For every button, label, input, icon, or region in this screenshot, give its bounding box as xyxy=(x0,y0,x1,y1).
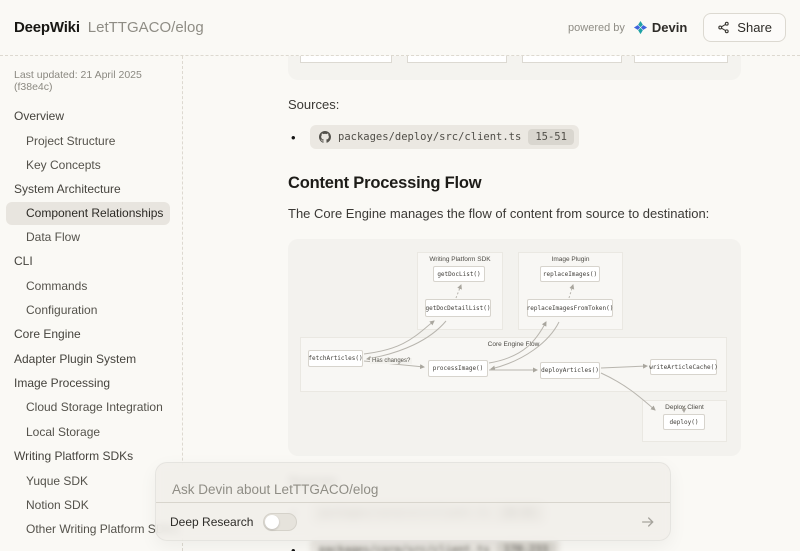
source-path: packages/deploy/src/client.ts xyxy=(338,131,521,143)
sidebar-item-adapter-plugin-system[interactable]: Adapter Plugin System xyxy=(0,347,182,371)
page-section-title: Content Processing Flow xyxy=(288,174,741,193)
node-fetcharticles: fetchArticles() xyxy=(308,350,363,367)
share-icon xyxy=(717,21,730,34)
ask-devin-toolbar: Deep Research xyxy=(156,502,670,540)
node-deployarticles: deployArticles() xyxy=(540,362,600,379)
list-bullet: • xyxy=(288,543,310,551)
node-writearticlecache: writeArticleCache() xyxy=(650,359,717,375)
edge-label-has-changes: Has changes? xyxy=(370,358,412,364)
ask-devin-input[interactable] xyxy=(156,463,670,502)
share-label: Share xyxy=(737,20,772,35)
devin-logo-icon xyxy=(633,20,648,35)
sources-heading: Sources: xyxy=(288,97,741,112)
toggle-knob xyxy=(265,515,279,529)
source-line-range: 170-233 xyxy=(497,542,555,551)
sidebar-item-component-relationships[interactable]: Component Relationships xyxy=(6,202,170,225)
sidebar-item-cloud-storage-integration[interactable]: Cloud Storage Integration xyxy=(0,395,182,419)
flow-diagram: Writing Platform SDK Image Plugin Core E… xyxy=(288,239,741,456)
sidebar-item-overview[interactable]: Overview xyxy=(0,104,182,128)
list-bullet: • xyxy=(288,130,310,145)
sidebar-item-local-storage[interactable]: Local Storage xyxy=(0,420,182,444)
github-icon xyxy=(319,131,331,143)
arrow-right-icon xyxy=(640,514,656,530)
sidebar-item-core-engine[interactable]: Core Engine xyxy=(0,322,182,346)
sidebar-item-project-structure[interactable]: Project Structure xyxy=(0,128,182,152)
share-button[interactable]: Share xyxy=(703,13,786,42)
node-deploy: deploy() xyxy=(663,414,705,430)
diagram-node-partial xyxy=(634,56,728,63)
header-actions: powered by Devin Share xyxy=(568,13,786,42)
devin-link[interactable]: Devin xyxy=(633,20,687,35)
source-path: packages/core/src/client.ts xyxy=(319,544,490,551)
node-getdoclist: getDocList() xyxy=(433,266,485,282)
source-line-range: 15-51 xyxy=(528,129,574,145)
sidebar-item-data-flow[interactable]: Data Flow xyxy=(0,225,182,249)
sidebar-item-commands[interactable]: Commands xyxy=(0,273,182,297)
sidebar-item-system-architecture[interactable]: System Architecture xyxy=(0,177,182,201)
node-processimage: processImage() xyxy=(428,360,488,377)
sidebar-item-key-concepts[interactable]: Key Concepts xyxy=(0,153,182,177)
source-link[interactable]: packages/deploy/src/client.ts 15-51 xyxy=(310,125,579,149)
node-replaceimagesfromtoken: replaceImagesFromToken() xyxy=(527,299,613,317)
powered-by-label: powered by xyxy=(568,22,625,34)
devin-label: Devin xyxy=(652,20,687,35)
sidebar-item-cli[interactable]: CLI xyxy=(0,249,182,273)
sidebar-item-writing-platform-sdks[interactable]: Writing Platform SDKs xyxy=(0,444,182,468)
deep-research-toggle[interactable] xyxy=(263,513,297,531)
deep-research-label: Deep Research xyxy=(170,515,253,529)
source-item: • packages/deploy/src/client.ts 15-51 xyxy=(288,125,741,149)
repo-title[interactable]: LetTTGACO/elog xyxy=(88,19,204,36)
brand-logo[interactable]: DeepWiki xyxy=(14,19,80,36)
section-paragraph: The Core Engine manages the flow of cont… xyxy=(288,206,741,221)
node-getdocdetaillist: getDocDetailList() xyxy=(425,299,491,317)
ask-devin-panel: Deep Research xyxy=(155,462,671,541)
previous-diagram-partial xyxy=(288,56,741,80)
node-replaceimages: replaceImages() xyxy=(540,266,600,282)
last-updated-text: Last updated: 21 April 2025 (f38e4c) xyxy=(0,69,182,93)
sidebar-item-configuration[interactable]: Configuration xyxy=(0,298,182,322)
sidebar-item-image-processing[interactable]: Image Processing xyxy=(0,371,182,395)
submit-button[interactable] xyxy=(640,514,656,530)
app-header: DeepWiki LetTTGACO/elog powered by Devin xyxy=(0,0,800,56)
diagram-node-partial xyxy=(522,56,622,63)
diagram-node-partial xyxy=(300,56,392,63)
diagram-node-partial xyxy=(407,56,507,63)
